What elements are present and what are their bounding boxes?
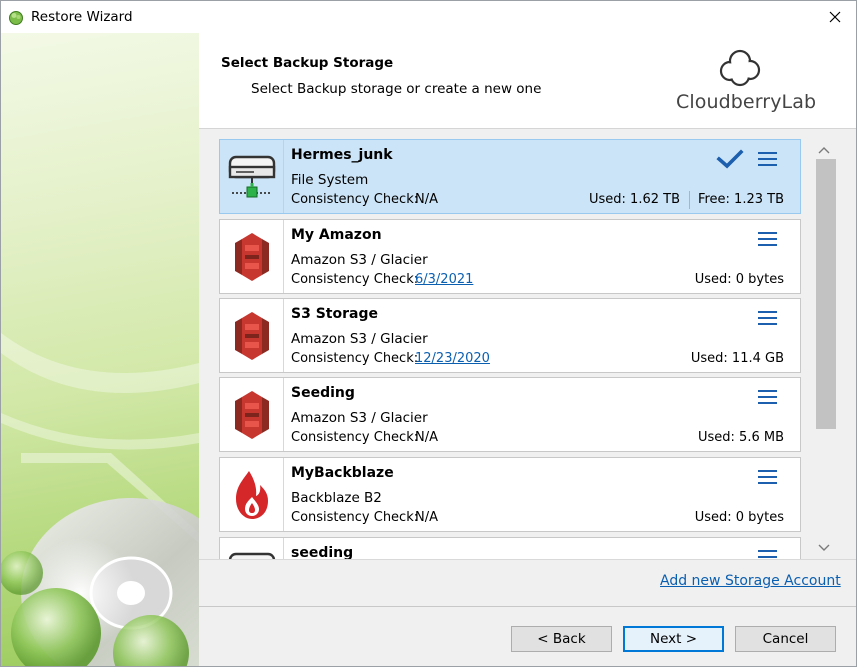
close-icon	[829, 11, 841, 23]
hard-drive-icon	[228, 552, 275, 559]
storage-card-mybackblaze[interactable]: MyBackblaze Backblaze B2 Consistency Che…	[219, 457, 801, 532]
page-subtitle: Select Backup storage or create a new on…	[251, 81, 542, 97]
storage-list[interactable]: Hermes_junk File System Consistency Chec…	[219, 139, 803, 559]
hamburger-icon	[758, 550, 777, 552]
wizard-side-art	[1, 33, 199, 666]
checkmark-icon	[716, 149, 744, 169]
scroll-thumb[interactable]	[816, 159, 836, 429]
consistency-check-label: Consistency Check:	[291, 510, 419, 525]
cancel-button[interactable]: Cancel	[735, 626, 836, 652]
next-button[interactable]: Next >	[623, 626, 724, 652]
storage-used: Used: 0 bytes	[694, 272, 784, 287]
page-title: Select Backup Storage	[221, 55, 394, 71]
storage-list-scrollbar[interactable]	[812, 139, 836, 559]
wizard-footer: < Back Next > Cancel	[199, 607, 856, 666]
storage-icon-box	[220, 378, 284, 451]
storage-type: Amazon S3 / Glacier	[291, 331, 428, 347]
consistency-check-value: N/A	[415, 192, 438, 207]
storage-used: Used: 11.4 GB	[690, 351, 784, 366]
hamburger-icon	[758, 311, 777, 313]
storage-free: Free: 1.23 TB	[697, 192, 784, 207]
storage-menu-button[interactable]	[758, 547, 780, 559]
hard-drive-icon	[228, 155, 275, 197]
storage-name: seeding	[291, 545, 354, 559]
storage-list-area: Hermes_junk File System Consistency Chec…	[199, 129, 856, 607]
amazon-s3-icon	[234, 390, 269, 439]
storage-name: S3 Storage	[291, 306, 378, 322]
storage-name: MyBackblaze	[291, 465, 394, 481]
close-button[interactable]	[812, 1, 856, 33]
cloud-logo-icon	[719, 49, 761, 87]
storage-card-seeding-fs[interactable]: seeding	[219, 537, 801, 559]
storage-icon-box	[220, 140, 284, 213]
add-storage-account-link[interactable]: Add new Storage Account	[660, 573, 841, 589]
storage-menu-button[interactable]	[758, 229, 780, 249]
chevron-down-icon	[818, 544, 830, 551]
consistency-check-label: Consistency Check:	[291, 272, 419, 287]
consistency-check-value: N/A	[415, 430, 438, 445]
consistency-check-label: Consistency Check:	[291, 351, 419, 366]
list-bottom-divider	[199, 559, 856, 560]
hamburger-icon	[758, 232, 777, 234]
storage-card-seeding[interactable]: Seeding Amazon S3 / Glacier Consistency …	[219, 377, 801, 452]
storage-icon-box	[220, 299, 284, 372]
scroll-down-button[interactable]	[817, 541, 831, 555]
storage-card-s3-storage[interactable]: S3 Storage Amazon S3 / Glacier Consisten…	[219, 298, 801, 373]
hamburger-icon	[758, 470, 777, 472]
consistency-check-value: N/A	[415, 510, 438, 525]
amazon-s3-icon	[234, 232, 269, 281]
storage-menu-button[interactable]	[758, 467, 780, 487]
consistency-check-date-link[interactable]: 6/3/2021	[415, 272, 473, 287]
storage-icon-box	[220, 538, 284, 559]
scroll-up-button[interactable]	[817, 143, 831, 157]
backblaze-flame-icon	[235, 470, 268, 519]
wizard-header: Select Backup Storage Select Backup stor…	[199, 33, 856, 129]
amazon-s3-icon	[234, 311, 269, 360]
app-icon	[9, 11, 23, 25]
storage-used: Used: 5.6 MB	[698, 430, 784, 445]
window-title: Restore Wizard	[31, 9, 133, 25]
storage-name: My Amazon	[291, 227, 382, 243]
storage-used: Used: 1.62 TB	[589, 192, 680, 207]
consistency-check-label: Consistency Check:	[291, 192, 419, 207]
storage-used: Used: 0 bytes	[694, 510, 784, 525]
hamburger-icon	[758, 152, 777, 154]
storage-type: File System	[291, 172, 369, 188]
consistency-check-label: Consistency Check:	[291, 430, 419, 445]
disc-artwork-icon	[1, 333, 199, 666]
storage-type: Backblaze B2	[291, 490, 382, 506]
back-button[interactable]: < Back	[511, 626, 612, 652]
restore-wizard-window: Restore Wizard Select Backup Storage Sel…	[0, 0, 857, 667]
used-free-separator	[689, 191, 690, 209]
hamburger-icon	[758, 390, 777, 392]
storage-card-my-amazon[interactable]: My Amazon Amazon S3 / Glacier Consistenc…	[219, 219, 801, 294]
storage-card-hermes-junk[interactable]: Hermes_junk File System Consistency Chec…	[219, 139, 801, 214]
storage-menu-button[interactable]	[758, 308, 780, 328]
title-bar: Restore Wizard	[1, 1, 856, 33]
consistency-check-date-link[interactable]: 12/23/2020	[415, 351, 490, 366]
storage-name: Hermes_junk	[291, 147, 393, 163]
storage-type: Amazon S3 / Glacier	[291, 252, 428, 268]
cloudberry-logo: CloudberryLab	[676, 47, 816, 117]
storage-icon-box	[220, 458, 284, 531]
storage-menu-button[interactable]	[758, 387, 780, 407]
storage-name: Seeding	[291, 385, 355, 401]
storage-type: Amazon S3 / Glacier	[291, 410, 428, 426]
storage-menu-button[interactable]	[758, 149, 780, 169]
logo-text: CloudberryLab	[676, 91, 817, 113]
chevron-up-icon	[818, 147, 830, 154]
storage-icon-box	[220, 220, 284, 293]
